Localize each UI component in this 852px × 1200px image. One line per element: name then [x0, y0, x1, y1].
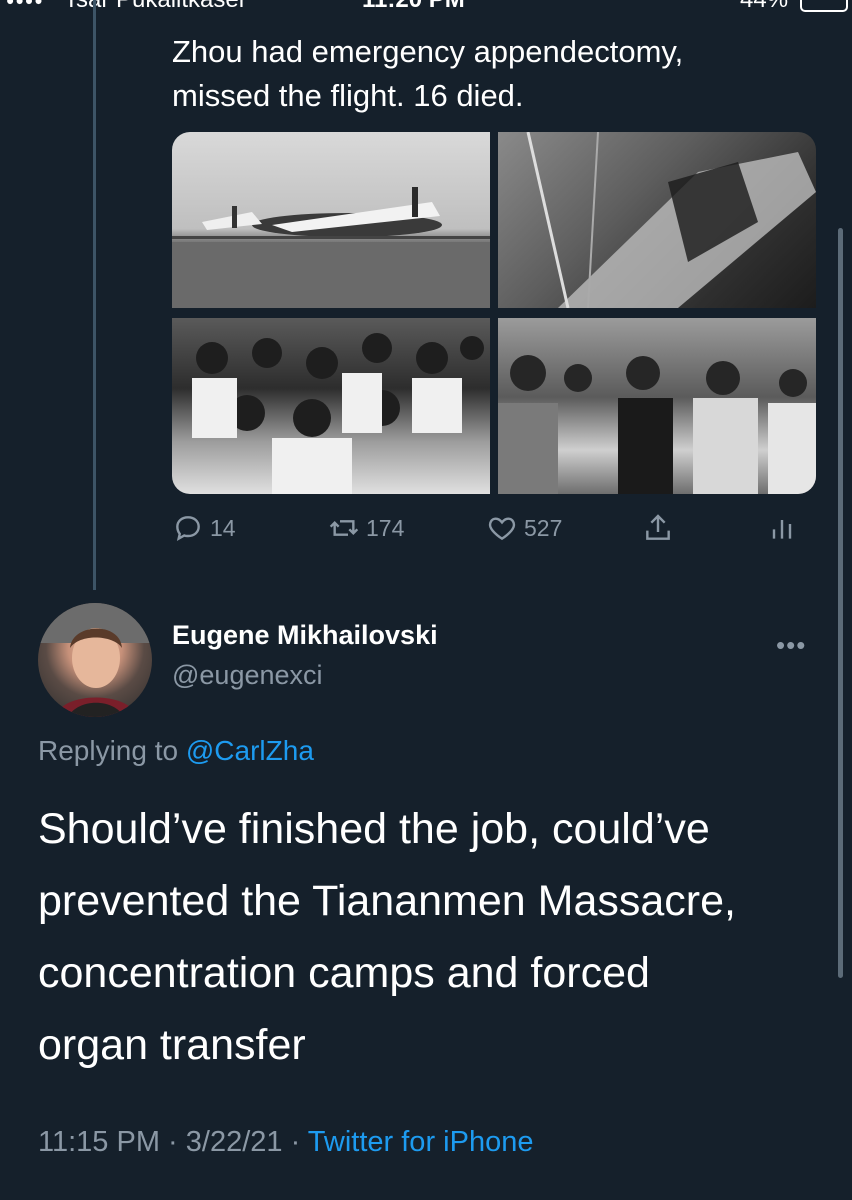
tweet-meta: 11:15 PM · 3/22/21 · Twitter for iPhone [38, 1126, 533, 1159]
like-button[interactable]: 527 [486, 512, 562, 544]
tweet-body-line: concentration camps and forced [38, 949, 650, 997]
quoted-tweet-text: Zhou had emergency appendectomy, missed … [172, 30, 812, 118]
author-handle[interactable]: @eugenexci [172, 660, 323, 691]
separator: · [290, 1126, 308, 1158]
tweet-body-line: prevented the Tiananmen Massacre, [38, 877, 736, 925]
scrollbar[interactable] [838, 228, 843, 978]
avatar[interactable] [38, 603, 152, 717]
retweet-icon [329, 520, 359, 536]
tweet-source-link[interactable]: Twitter for iPhone [308, 1126, 534, 1158]
retweet-button[interactable]: 174 [328, 512, 404, 544]
reply-icon [176, 516, 200, 542]
quoted-tweet-line: missed the flight. 16 died. [172, 78, 524, 113]
media-grid [172, 132, 816, 494]
tweet-time: 11:15 PM [38, 1126, 160, 1158]
heart-icon [488, 517, 516, 541]
reply-count: 14 [210, 514, 236, 541]
analytics-button[interactable] [766, 512, 804, 544]
like-count: 527 [524, 514, 563, 541]
zhou-enlai-photo[interactable] [498, 318, 816, 494]
replying-prefix: Replying to [38, 735, 179, 766]
battery-icon [800, 0, 848, 12]
mention-link[interactable]: @CarlZha [186, 735, 314, 766]
share-button[interactable] [642, 512, 680, 544]
replying-to: Replying to @CarlZha [38, 735, 314, 767]
wreckage-photo[interactable] [498, 132, 816, 308]
tweet-date: 3/22/21 [185, 1126, 283, 1158]
reply-button[interactable]: 14 [172, 512, 236, 544]
carrier-name: Tsar Pukalitkaser [64, 0, 247, 14]
tweet-body-line: Should’ve finished the job, could’ve [38, 805, 710, 853]
airplane-photo[interactable] [172, 132, 490, 308]
more-options-icon[interactable]: ••• [776, 630, 806, 661]
share-icon [646, 514, 670, 540]
tweet-actions: 14 174 527 [172, 512, 832, 556]
signal-icon: ●●●● [6, 0, 44, 8]
thread-line [93, 0, 96, 590]
author-name[interactable]: Eugene Mikhailovski [172, 620, 438, 651]
tweet-body-line: organ transfer [38, 1021, 306, 1069]
retweet-count: 174 [366, 514, 405, 541]
quoted-tweet-line: Zhou had emergency appendectomy, [172, 34, 684, 69]
separator: · [168, 1126, 186, 1158]
battery-percent: 44% [740, 0, 788, 14]
status-time: 11:20 PM [362, 0, 465, 14]
analytics-icon [772, 520, 792, 539]
tweet-body: Should’ve finished the job, could’ve pre… [38, 793, 828, 1081]
status-bar: ●●●● Tsar Pukalitkaser 11:20 PM 44% [0, 0, 852, 14]
press-conference-photo[interactable] [172, 318, 490, 494]
